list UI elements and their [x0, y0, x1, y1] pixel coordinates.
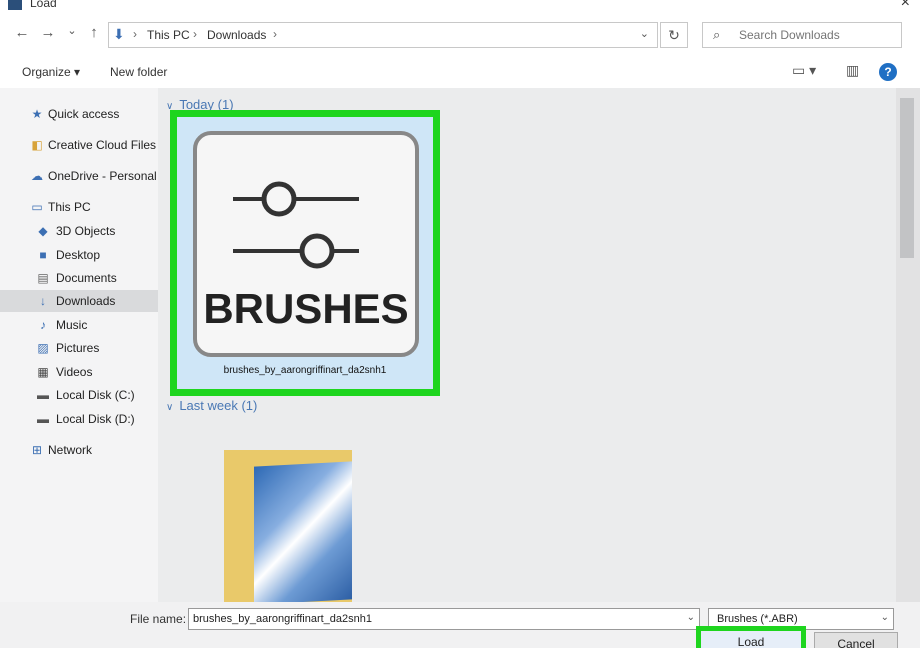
music-note-icon: ♪	[40, 318, 46, 332]
sidebar-item-label: This PC	[48, 200, 91, 214]
download-icon: ↓	[40, 294, 46, 308]
app-icon	[8, 0, 22, 10]
brushes-thumbnail: BRUSHES	[193, 131, 419, 357]
sidebar-item-label: OneDrive - Personal	[48, 169, 157, 183]
folder-preview-image	[254, 461, 352, 605]
sidebar-item-videos[interactable]: ▦ Videos	[0, 361, 158, 383]
video-icon: ▦	[37, 365, 49, 379]
refresh-button[interactable]: ↻	[660, 22, 688, 48]
sidebar-item-label: Network	[48, 443, 93, 457]
sidebar-item-label: Quick access	[48, 107, 120, 121]
close-icon[interactable]: ×	[901, 0, 910, 12]
sidebar-item-desktop[interactable]: ■ Desktop	[0, 244, 158, 266]
thumbnail-label: BRUSHES	[203, 285, 409, 332]
drive-icon: ▬	[37, 388, 49, 402]
address-bar: ← → ⌄ ↑ ⬇ › This PC › Downloads › ⌄ ↻ ⌕	[0, 14, 920, 56]
sidebar-item-label: Local Disk (C:)	[56, 388, 135, 402]
group-header-last-week[interactable]: ∨ Last week (1)	[166, 398, 257, 413]
search-box[interactable]: ⌕	[702, 22, 902, 48]
sliders-icon	[233, 181, 359, 269]
file-item-brushes[interactable]: BRUSHES brushes_by_aarongriffinart_da2sn…	[170, 110, 440, 396]
network-icon: ⊞	[31, 443, 43, 457]
breadcrumb-separator: ›	[133, 27, 137, 41]
sidebar-item-downloads[interactable]: ↓ Downloads	[0, 290, 158, 312]
sidebar-item-label: 3D Objects	[56, 224, 116, 238]
file-name-combobox[interactable]: ⌄	[188, 608, 700, 630]
sidebar-item-creative-cloud[interactable]: ◧ Creative Cloud Files	[0, 134, 158, 156]
chevron-down-icon[interactable]: ⌄	[881, 612, 889, 623]
file-name-field-label: File name:	[130, 612, 187, 626]
cancel-button[interactable]: Cancel	[814, 632, 898, 648]
view-options-icon[interactable]: ▭ ▾	[792, 62, 816, 79]
command-toolbar: Organize ▾ New folder ▭ ▾ ▥ ?	[0, 56, 920, 88]
desktop-icon: ■	[39, 248, 47, 262]
sidebar-item-label: Local Disk (D:)	[56, 412, 135, 426]
file-name-input[interactable]	[193, 611, 673, 627]
folder-thumbnail[interactable]	[224, 450, 354, 605]
sidebar-item-pictures[interactable]: ▨ Pictures	[0, 337, 158, 359]
star-icon: ★	[31, 107, 43, 121]
document-icon: ▤	[37, 271, 49, 285]
sidebar-item-local-disk-d[interactable]: ▬ Local Disk (D:)	[0, 408, 158, 430]
load-button[interactable]: Load	[696, 626, 806, 648]
sidebar-item-network[interactable]: ⊞ Network	[0, 439, 158, 461]
title-bar: Load ×	[0, 0, 920, 14]
sidebar-item-label: Videos	[56, 365, 93, 379]
breadcrumb-separator: ›	[193, 27, 197, 41]
chevron-down-icon[interactable]: ⌄	[640, 27, 649, 40]
sidebar-item-label: Documents	[56, 271, 117, 285]
dialog-footer: File name: ⌄ Brushes (*.ABR) ⌄ Load Canc…	[0, 602, 920, 648]
search-icon: ⌕	[713, 27, 721, 42]
up-arrow-icon[interactable]: ↑	[84, 24, 104, 41]
sidebar-item-onedrive[interactable]: ☁ OneDrive - Personal	[0, 165, 158, 187]
picture-icon: ▨	[37, 341, 49, 355]
help-icon[interactable]: ?	[879, 63, 897, 81]
chevron-down-icon[interactable]: ⌄	[687, 612, 695, 623]
sidebar-item-label: Creative Cloud Files	[48, 138, 157, 152]
sidebar-item-music[interactable]: ♪ Music	[0, 314, 158, 336]
cube-icon: ◆	[38, 224, 48, 238]
sidebar-item-local-disk-c[interactable]: ▬ Local Disk (C:)	[0, 384, 158, 406]
sidebar-item-quick-access[interactable]: ★ Quick access	[0, 103, 158, 125]
drive-icon: ▬	[37, 412, 49, 426]
computer-icon: ▭	[31, 200, 43, 214]
downloads-folder-icon: ⬇	[113, 26, 125, 42]
new-folder-button[interactable]: New folder	[110, 65, 167, 79]
organize-button[interactable]: Organize ▾	[22, 65, 80, 79]
search-input[interactable]	[739, 26, 894, 44]
forward-arrow-icon[interactable]: →	[38, 24, 58, 41]
sidebar-item-label: Music	[56, 318, 88, 332]
sidebar-item-label: Downloads	[56, 294, 116, 308]
cloud-icon: ☁	[31, 169, 43, 183]
back-arrow-icon[interactable]: ←	[12, 24, 32, 41]
chevron-down-icon: ∨	[166, 402, 174, 413]
vertical-scrollbar[interactable]	[896, 88, 920, 602]
file-name-label: brushes_by_aarongriffinart_da2snh1	[223, 365, 387, 376]
group-label: Last week (1)	[179, 398, 258, 413]
sidebar-item-3d-objects[interactable]: ◆ 3D Objects	[0, 220, 158, 242]
breadcrumb[interactable]: ⬇ › This PC › Downloads › ⌄	[108, 22, 658, 48]
creative-cloud-icon: ◧	[31, 138, 43, 152]
sidebar-item-this-pc[interactable]: ▭ This PC	[0, 196, 158, 218]
window-title: Load	[30, 0, 57, 10]
sidebar-item-documents[interactable]: ▤ Documents	[0, 267, 158, 289]
breadcrumb-this-pc[interactable]: This PC	[147, 28, 190, 42]
sidebar-item-label: Desktop	[56, 248, 101, 262]
breadcrumb-separator: ›	[273, 27, 277, 41]
navigation-pane: ★ Quick access ◧ Creative Cloud Files ☁ …	[0, 88, 158, 602]
sidebar-item-label: Pictures	[56, 341, 100, 355]
preview-pane-icon[interactable]: ▥	[846, 62, 859, 79]
file-list: ∨ Today (1) BRUSHES brushes_by_aarongriff…	[158, 88, 896, 605]
recent-locations-icon[interactable]: ⌄	[62, 24, 82, 37]
breadcrumb-downloads[interactable]: Downloads	[207, 28, 266, 42]
scrollbar-thumb[interactable]	[900, 98, 914, 258]
file-type-value: Brushes (*.ABR)	[717, 613, 798, 625]
